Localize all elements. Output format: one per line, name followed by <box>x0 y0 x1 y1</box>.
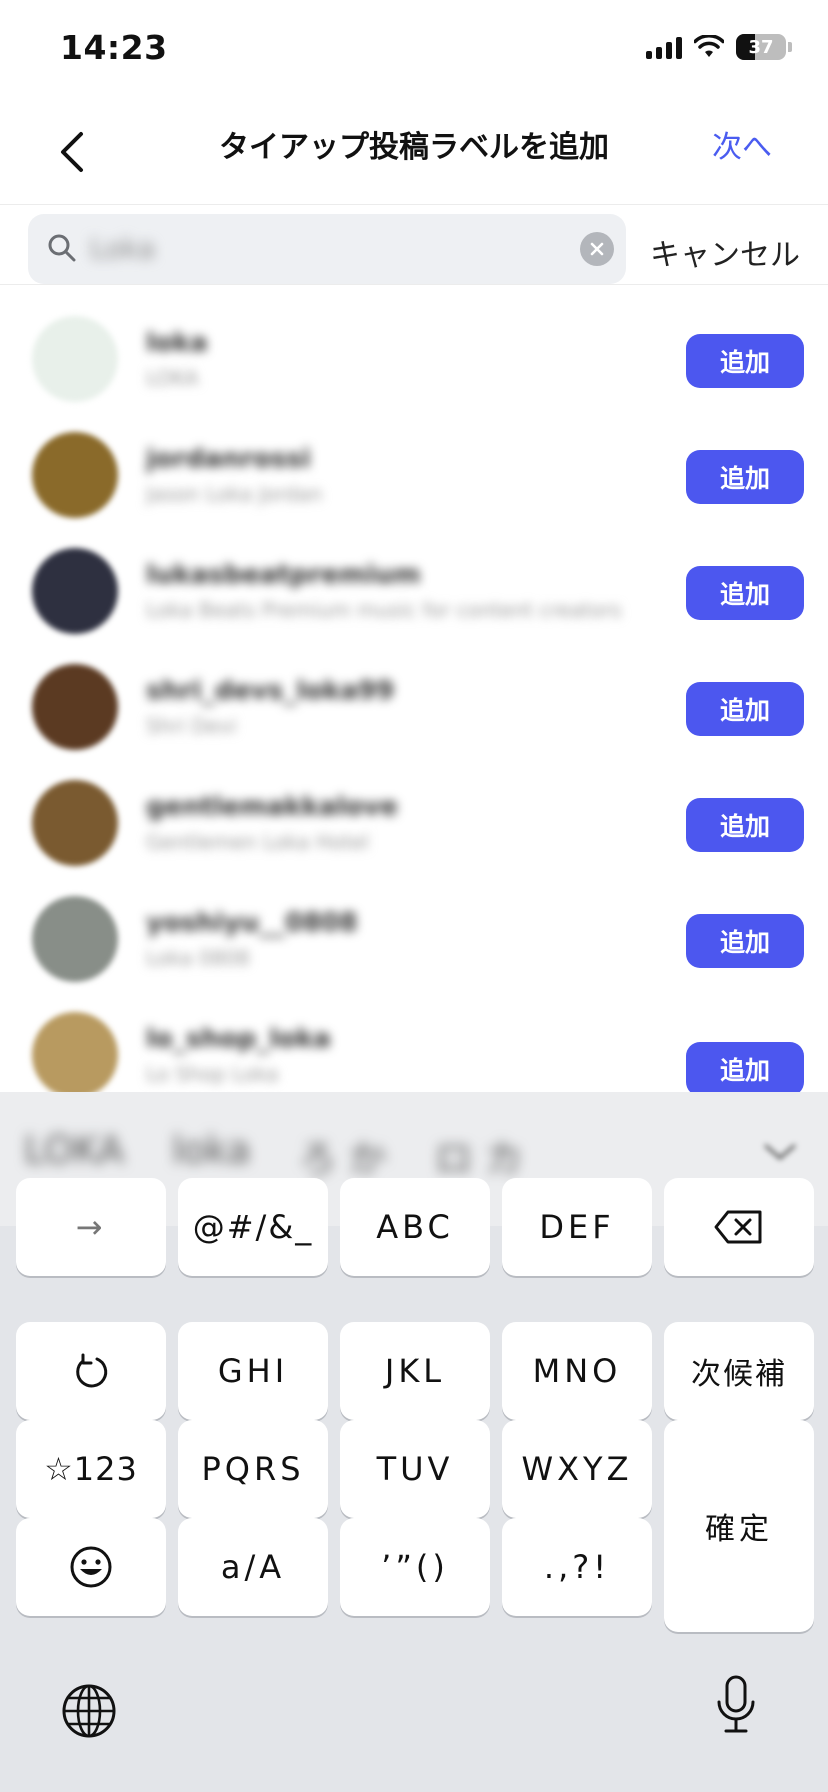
delete-key[interactable] <box>664 1178 814 1276</box>
account-name: yoshiyu__0808 <box>146 908 358 938</box>
jkl-key[interactable]: JKL <box>340 1322 490 1420</box>
account-name: jordanrossi <box>146 444 311 474</box>
battery-icon: 37 <box>736 34 786 60</box>
account-name: gentlemakkalove <box>146 792 398 822</box>
account-info: jordanrossi Jason Loka Jordan <box>146 444 666 506</box>
arrow-key[interactable]: → <box>16 1178 166 1276</box>
cancel-button[interactable]: キャンセル <box>650 230 800 274</box>
account-info: gentlemakkalove Gentlemen Loka Hotel <box>146 792 666 854</box>
add-button[interactable]: 追加 <box>686 682 804 736</box>
microphone-icon[interactable] <box>714 1674 758 1736</box>
list-item[interactable]: lukasbeatpremium Loka Beats Premium musi… <box>0 532 828 648</box>
account-subtitle: LOKA <box>146 366 199 390</box>
status-time: 14:23 <box>60 28 168 67</box>
add-button[interactable]: 追加 <box>686 566 804 620</box>
mno-key[interactable]: MNO <box>502 1322 652 1420</box>
emoji-key[interactable] <box>16 1518 166 1616</box>
suggestion-item[interactable]: ロ カ <box>435 1128 523 1183</box>
list-item[interactable]: gentlemakkalove Gentlemen Loka Hotel 追加 <box>0 764 828 880</box>
list-item[interactable]: loka LOKA 追加 <box>0 300 828 416</box>
add-button[interactable]: 追加 <box>686 914 804 968</box>
chevron-down-icon[interactable] <box>762 1140 798 1164</box>
globe-icon[interactable] <box>60 1682 118 1740</box>
suggestion-item[interactable]: loka <box>172 1128 250 1183</box>
avatar <box>32 548 118 634</box>
suggestion-item[interactable]: LOKA <box>24 1128 124 1183</box>
avatar <box>32 780 118 866</box>
list-item[interactable]: shri_devs_loka99 Shri Devi 追加 <box>0 648 828 764</box>
account-info: lo_shop_loka Lo Shop Loka <box>146 1024 666 1086</box>
search-icon <box>48 234 76 262</box>
case-key[interactable]: a/A <box>178 1518 328 1616</box>
account-subtitle: Jason Loka Jordan <box>146 482 323 506</box>
page-title: タイアップ投稿ラベルを追加 <box>219 130 609 165</box>
status-bar: 14:23 37 <box>0 0 828 100</box>
punctuation-key[interactable]: .,?! <box>502 1518 652 1616</box>
avatar <box>32 896 118 982</box>
results-list: loka LOKA 追加 jordanrossi Jason Loka Jord… <box>0 300 828 1112</box>
pqrs-key[interactable]: PQRS <box>178 1420 328 1518</box>
wxyz-key[interactable]: WXYZ <box>502 1420 652 1518</box>
clear-search-button[interactable] <box>580 232 614 266</box>
abc-key[interactable]: ABC <box>340 1178 490 1276</box>
account-subtitle: Lo Shop Loka <box>146 1062 279 1086</box>
account-info: loka LOKA <box>146 328 666 390</box>
keyboard: LOKA loka ろ か ロ カ → @#/&_ ABC DEF GHI JK… <box>0 1092 828 1792</box>
account-info: lukasbeatpremium Loka Beats Premium musi… <box>146 560 666 622</box>
confirm-key[interactable]: 確定 <box>664 1420 814 1632</box>
account-subtitle: Loka Beats Premium music for content cre… <box>146 598 622 622</box>
def-key[interactable]: DEF <box>502 1178 652 1276</box>
quotes-key[interactable]: ’”() <box>340 1518 490 1616</box>
close-icon <box>590 242 604 256</box>
suggestion-item[interactable]: ろ か <box>298 1128 386 1183</box>
account-subtitle: Loka 0808 <box>146 946 250 970</box>
account-info: shri_devs_loka99 Shri Devi <box>146 676 666 738</box>
account-name: lo_shop_loka <box>146 1024 331 1054</box>
symbols-key[interactable]: @#/&_ <box>178 1178 328 1276</box>
account-subtitle: Shri Devi <box>146 714 237 738</box>
search-query: Loka <box>90 232 156 265</box>
nav-bar: タイアップ投稿ラベルを追加 次へ <box>0 100 828 205</box>
account-name: shri_devs_loka99 <box>146 676 395 706</box>
tuv-key[interactable]: TUV <box>340 1420 490 1518</box>
status-icons: 37 <box>646 34 792 60</box>
add-button[interactable]: 追加 <box>686 798 804 852</box>
ghi-key[interactable]: GHI <box>178 1322 328 1420</box>
add-button[interactable]: 追加 <box>686 450 804 504</box>
avatar <box>32 432 118 518</box>
list-item[interactable]: yoshiyu__0808 Loka 0808 追加 <box>0 880 828 996</box>
next-button[interactable]: 次へ <box>712 122 772 166</box>
search-input[interactable]: Loka <box>28 214 626 284</box>
wifi-icon <box>694 35 724 57</box>
signal-icon <box>646 35 682 59</box>
next-candidate-key[interactable]: 次候補 <box>664 1322 814 1420</box>
account-name: loka <box>146 328 208 358</box>
search-row: Loka キャンセル <box>0 214 828 286</box>
account-name: lukasbeatpremium <box>146 560 421 590</box>
undo-key[interactable] <box>16 1322 166 1420</box>
account-subtitle: Gentlemen Loka Hotel <box>146 830 369 854</box>
avatar <box>32 664 118 750</box>
list-item[interactable]: jordanrossi Jason Loka Jordan 追加 <box>0 416 828 532</box>
emoji-icon <box>70 1546 112 1588</box>
number-key[interactable]: ☆123 <box>16 1420 166 1518</box>
account-info: yoshiyu__0808 Loka 0808 <box>146 908 666 970</box>
add-button[interactable]: 追加 <box>686 334 804 388</box>
avatar <box>32 1012 118 1098</box>
undo-icon <box>76 1353 108 1388</box>
battery-tip <box>788 42 792 52</box>
battery-percent: 37 <box>748 36 774 58</box>
avatar <box>32 316 118 402</box>
suggestion-list: LOKA loka ろ か ロ カ <box>24 1128 523 1183</box>
divider <box>0 284 828 285</box>
backspace-icon <box>714 1210 762 1244</box>
add-button[interactable]: 追加 <box>686 1042 804 1096</box>
screen: 14:23 37 タイアップ投稿ラベルを追加 次へ Loka キャンセル lok… <box>0 0 828 1792</box>
